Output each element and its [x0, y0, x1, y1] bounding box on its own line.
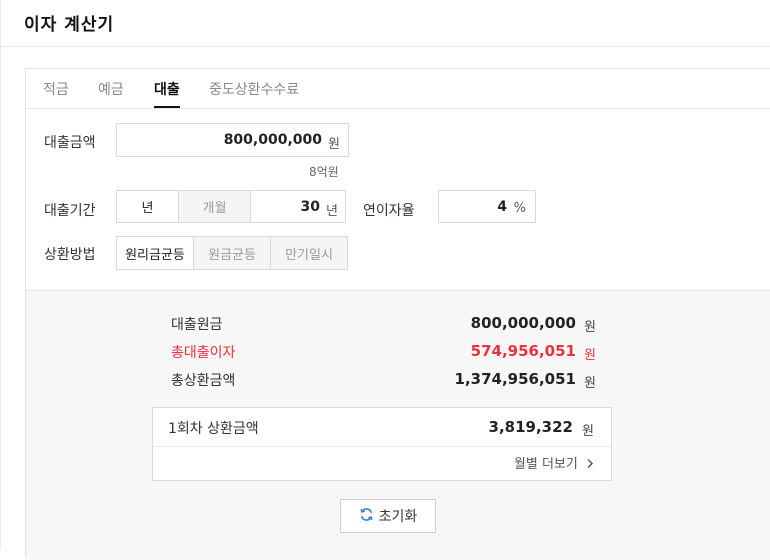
period-unit-year[interactable]: 년 [117, 191, 179, 222]
first-installment-box: 1회차 상환금액 3,819,322 원 월별 더보기 [152, 407, 612, 481]
reset-label: 초기화 [378, 509, 418, 525]
loan-amount-input[interactable]: 800,000,000 원 [116, 123, 349, 157]
tab-prepayment-fee[interactable]: 중도상환수수료 [209, 79, 299, 99]
reset-button[interactable]: 초기화 [340, 499, 436, 533]
chevron-right-icon [582, 457, 595, 472]
result-total-value: 1,374,956,051 [454, 370, 576, 388]
loan-amount-hint: 8억원 [309, 165, 339, 179]
interest-rate-unit: % [513, 201, 526, 216]
monthly-more-link[interactable]: 월별 더보기 [514, 453, 595, 472]
tab-loan[interactable]: 대출 [154, 79, 180, 108]
repayment-method-toggle: 원리금균등 원금균등 만기일시 [116, 236, 348, 270]
method-equal-principal[interactable]: 원금균등 [194, 237, 271, 269]
method-equal-payment[interactable]: 원리금균등 [117, 237, 194, 269]
loan-amount-unit: 원 [328, 137, 340, 152]
first-installment-unit: 원 [582, 424, 594, 439]
page-header: 이자 계산기 [0, 0, 770, 47]
refresh-icon [359, 507, 379, 526]
result-principal-label: 대출원금 [171, 317, 223, 333]
result-total-unit: 원 [584, 376, 596, 391]
first-installment-value: 3,819,322 [488, 418, 573, 436]
calculator-panel: 적금 예금 대출 중도상환수수료 대출금액 800,000,000 원 8억원 … [25, 68, 770, 560]
tab-deposit[interactable]: 예금 [98, 79, 124, 99]
result-principal-value: 800,000,000 [470, 314, 576, 332]
page-title: 이자 계산기 [24, 15, 115, 35]
result-total-label: 총상환금액 [171, 373, 236, 389]
loan-amount-value: 800,000,000 [223, 132, 322, 148]
result-interest-unit: 원 [584, 348, 596, 363]
method-bullet[interactable]: 만기일시 [271, 237, 347, 269]
interest-rate-input[interactable]: 4 % [438, 190, 536, 223]
left-border [0, 0, 1, 550]
result-principal-unit: 원 [584, 320, 596, 335]
divider [153, 446, 611, 447]
loan-amount-label: 대출금액 [44, 135, 96, 151]
repayment-method-label: 상환방법 [44, 247, 96, 263]
result-interest-value: 574,956,051 [470, 342, 576, 360]
period-unit-toggle: 년 개월 [116, 190, 251, 223]
loan-period-unit: 년 [326, 204, 338, 219]
first-installment-label: 1회차 상환금액 [168, 421, 259, 437]
monthly-more-label: 월별 더보기 [513, 457, 578, 472]
interest-rate-value: 4 [497, 199, 507, 215]
tab-savings[interactable]: 적금 [43, 79, 69, 99]
result-interest-label: 총대출이자 [171, 345, 236, 361]
loan-period-value: 30 [300, 199, 320, 215]
result-area: 대출원금 800,000,000 원 총대출이자 574,956,051 원 총… [26, 290, 770, 560]
loan-period-label: 대출기간 [44, 203, 96, 219]
interest-rate-label: 연이자율 [363, 203, 415, 219]
tab-bar: 적금 예금 대출 중도상환수수료 [26, 69, 770, 109]
period-unit-month[interactable]: 개월 [179, 191, 250, 222]
loan-period-input[interactable]: 30 년 [250, 190, 346, 223]
